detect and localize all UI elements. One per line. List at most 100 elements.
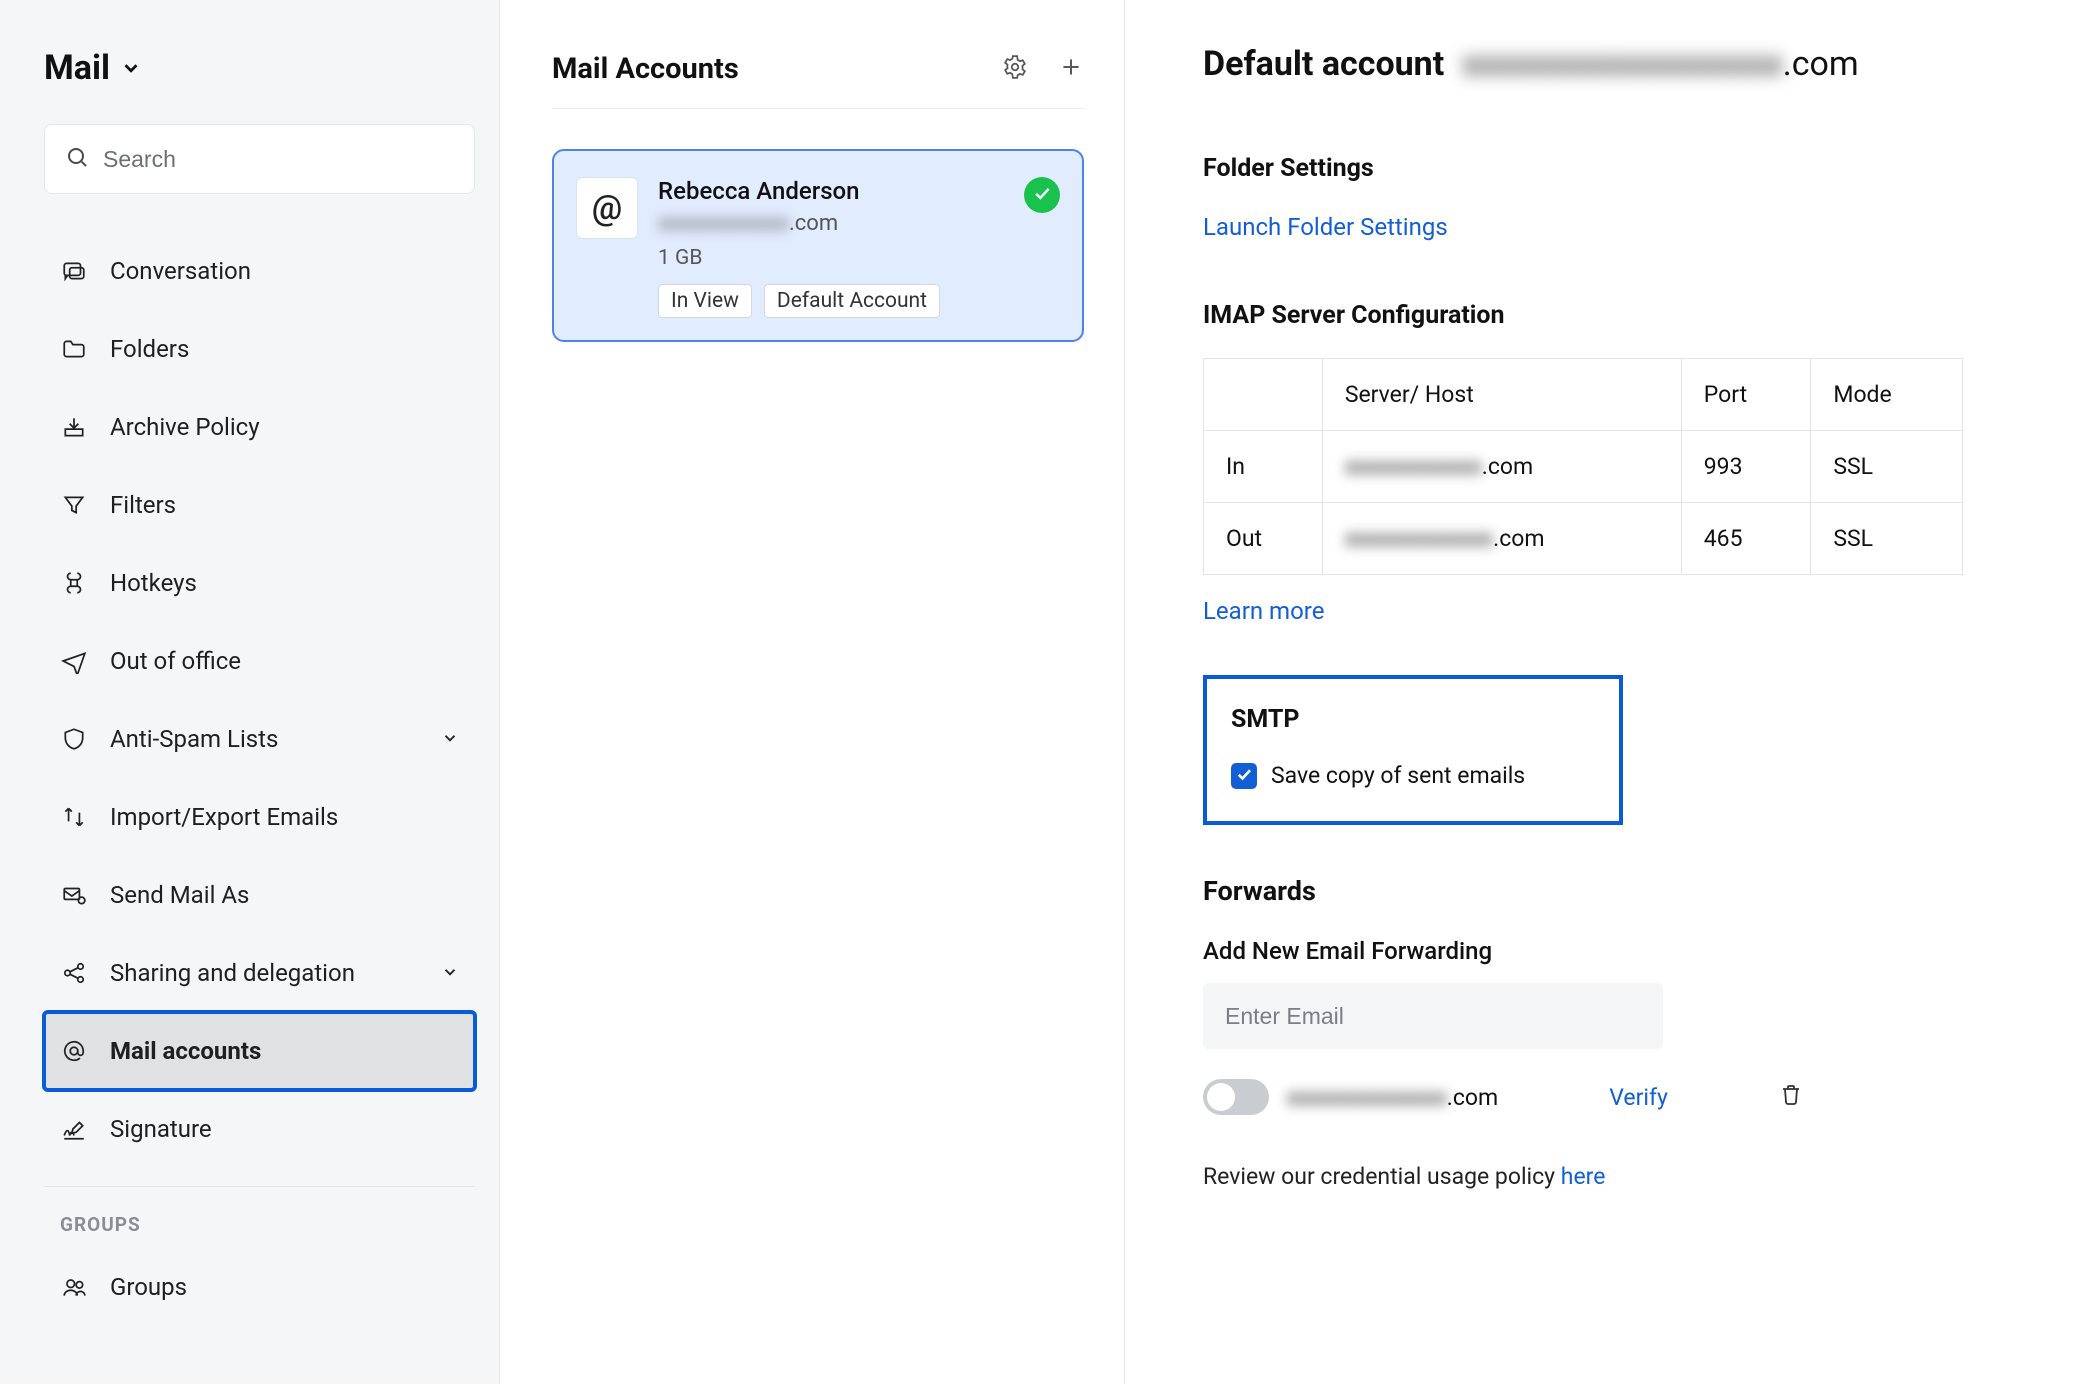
sidebar-item-out-of-office[interactable]: Out of office xyxy=(44,622,475,700)
col-port: Port xyxy=(1681,359,1811,431)
imap-config-table: Server/ Host Port Mode In xxxxxxxxxxxx.c… xyxy=(1203,358,1963,575)
chevron-down-icon xyxy=(441,725,459,753)
check-icon xyxy=(1235,762,1253,789)
forwarding-delete-button[interactable] xyxy=(1779,1082,1803,1112)
sidebar-item-folders[interactable]: Folders xyxy=(44,310,475,388)
cell-mode: SSL xyxy=(1811,431,1963,503)
sidebar-item-anti-spam[interactable]: Anti-Spam Lists xyxy=(44,700,475,778)
accounts-title: Mail Accounts xyxy=(552,52,1002,86)
account-card-body: Rebecca Anderson xxxxxxxxxxxx.com 1 GB I… xyxy=(658,177,1004,318)
sidebar-item-label: Folders xyxy=(110,335,189,363)
import-export-icon xyxy=(60,804,88,830)
plus-icon xyxy=(1058,54,1084,85)
sidebar-item-import-export[interactable]: Import/Export Emails xyxy=(44,778,475,856)
sidebar-item-label: Anti-Spam Lists xyxy=(110,725,278,753)
account-tag-default: Default Account xyxy=(764,284,940,318)
add-account-button[interactable] xyxy=(1058,54,1084,85)
sidebar-item-label: Conversation xyxy=(110,257,251,285)
shield-icon xyxy=(60,726,88,752)
conversation-icon xyxy=(60,258,88,284)
cell-host: xxxxxxxxxxxx.com xyxy=(1322,431,1681,503)
smtp-section: SMTP Save copy of sent emails xyxy=(1203,675,1623,825)
sidebar-item-groups[interactable]: Groups xyxy=(44,1248,475,1326)
sidebar-item-label: Sharing and delegation xyxy=(110,959,355,987)
sidebar-item-signature[interactable]: Signature xyxy=(44,1090,475,1168)
col-blank xyxy=(1204,359,1323,431)
cell-host: xxxxxxxxxxxxx.com xyxy=(1322,503,1681,575)
sidebar-item-conversation[interactable]: Conversation xyxy=(44,232,475,310)
folder-icon xyxy=(60,336,88,362)
credential-policy-text: Review our credential usage policy here xyxy=(1203,1163,1978,1190)
send-as-icon xyxy=(60,882,88,908)
smtp-save-copy-row: Save copy of sent emails xyxy=(1231,762,1589,789)
accounts-header-actions xyxy=(1002,54,1084,85)
groups-icon xyxy=(60,1274,88,1300)
sidebar-item-label: Filters xyxy=(110,491,176,519)
smtp-save-copy-checkbox[interactable] xyxy=(1231,763,1257,789)
sidebar-nav: Conversation Folders Archive Policy Filt… xyxy=(44,232,475,1168)
account-detail-panel: Default account xxxxxxxxxxxxxxxxxxx.com … xyxy=(1125,0,2074,1384)
sidebar-item-label: Import/Export Emails xyxy=(110,803,338,831)
table-row: Out xxxxxxxxxxxxx.com 465 SSL xyxy=(1204,503,1963,575)
account-tag-inview: In View xyxy=(658,284,752,318)
account-verified-badge xyxy=(1024,177,1060,213)
account-avatar: @ xyxy=(576,177,638,239)
cell-port: 465 xyxy=(1681,503,1811,575)
sidebar-item-archive-policy[interactable]: Archive Policy xyxy=(44,388,475,466)
trash-icon xyxy=(1779,1082,1803,1112)
sidebar-app-selector[interactable]: Mail xyxy=(44,48,475,88)
sidebar-item-hotkeys[interactable]: Hotkeys xyxy=(44,544,475,622)
account-card[interactable]: @ Rebecca Anderson xxxxxxxxxxxx.com 1 GB… xyxy=(552,149,1084,342)
detail-title-email: xxxxxxxxxxxxxxxxxxx.com xyxy=(1462,44,1858,84)
cell-direction: Out xyxy=(1204,503,1323,575)
signature-icon xyxy=(60,1116,88,1142)
sidebar-item-label: Send Mail As xyxy=(110,881,249,909)
sidebar-item-label: Hotkeys xyxy=(110,569,197,597)
accounts-settings-button[interactable] xyxy=(1002,54,1028,85)
sidebar-item-mail-accounts[interactable]: Mail accounts xyxy=(44,1012,475,1090)
launch-folder-settings-link[interactable]: Launch Folder Settings xyxy=(1203,213,1448,241)
table-row: In xxxxxxxxxxxx.com 993 SSL xyxy=(1204,431,1963,503)
sidebar-divider xyxy=(44,1186,475,1187)
sidebar-item-label: Archive Policy xyxy=(110,413,260,441)
groups-section-label: GROUPS xyxy=(60,1213,475,1236)
sidebar-title-text: Mail xyxy=(44,48,110,88)
credential-policy-link[interactable]: here xyxy=(1561,1163,1606,1190)
forwarding-verify-link[interactable]: Verify xyxy=(1609,1084,1668,1111)
search-icon xyxy=(65,145,89,174)
folder-settings-section: Folder Settings Launch Folder Settings xyxy=(1203,154,1978,241)
cell-direction: In xyxy=(1204,431,1323,503)
search-field-wrap[interactable] xyxy=(44,124,475,194)
sidebar-item-sharing[interactable]: Sharing and delegation xyxy=(44,934,475,1012)
at-icon xyxy=(60,1038,88,1064)
accounts-header: Mail Accounts xyxy=(552,52,1084,109)
smtp-save-copy-label: Save copy of sent emails xyxy=(1271,762,1525,789)
forwarding-email: xxxxxxxxxxxxxx.com xyxy=(1287,1084,1498,1111)
account-email: xxxxxxxxxxxx.com xyxy=(658,211,1004,236)
settings-sidebar: Mail Conversation Folders Archive Policy… xyxy=(0,0,500,1384)
forwards-heading: Forwards xyxy=(1203,875,1978,907)
folder-settings-heading: Folder Settings xyxy=(1203,154,1978,183)
archive-icon xyxy=(60,414,88,440)
forwarding-email-input[interactable] xyxy=(1203,983,1663,1049)
detail-title: Default account xxxxxxxxxxxxxxxxxxx.com xyxy=(1203,44,1978,84)
search-input[interactable] xyxy=(103,146,454,173)
imap-learn-more-link[interactable]: Learn more xyxy=(1203,597,1324,625)
forwarding-entry-row: xxxxxxxxxxxxxx.com Verify xyxy=(1203,1079,1803,1115)
table-header-row: Server/ Host Port Mode xyxy=(1204,359,1963,431)
command-icon xyxy=(60,570,88,596)
account-name: Rebecca Anderson xyxy=(658,177,1004,205)
sidebar-item-label: Signature xyxy=(110,1115,212,1143)
smtp-heading: SMTP xyxy=(1231,705,1589,734)
chevron-down-icon xyxy=(441,959,459,987)
cell-mode: SSL xyxy=(1811,503,1963,575)
check-icon xyxy=(1032,183,1052,208)
forwarding-toggle[interactable] xyxy=(1203,1079,1269,1115)
cell-port: 993 xyxy=(1681,431,1811,503)
account-storage-size: 1 GB xyxy=(658,246,1004,270)
sidebar-item-send-mail-as[interactable]: Send Mail As xyxy=(44,856,475,934)
col-server: Server/ Host xyxy=(1322,359,1681,431)
sidebar-item-filters[interactable]: Filters xyxy=(44,466,475,544)
sidebar-item-label: Groups xyxy=(110,1273,187,1301)
col-mode: Mode xyxy=(1811,359,1963,431)
